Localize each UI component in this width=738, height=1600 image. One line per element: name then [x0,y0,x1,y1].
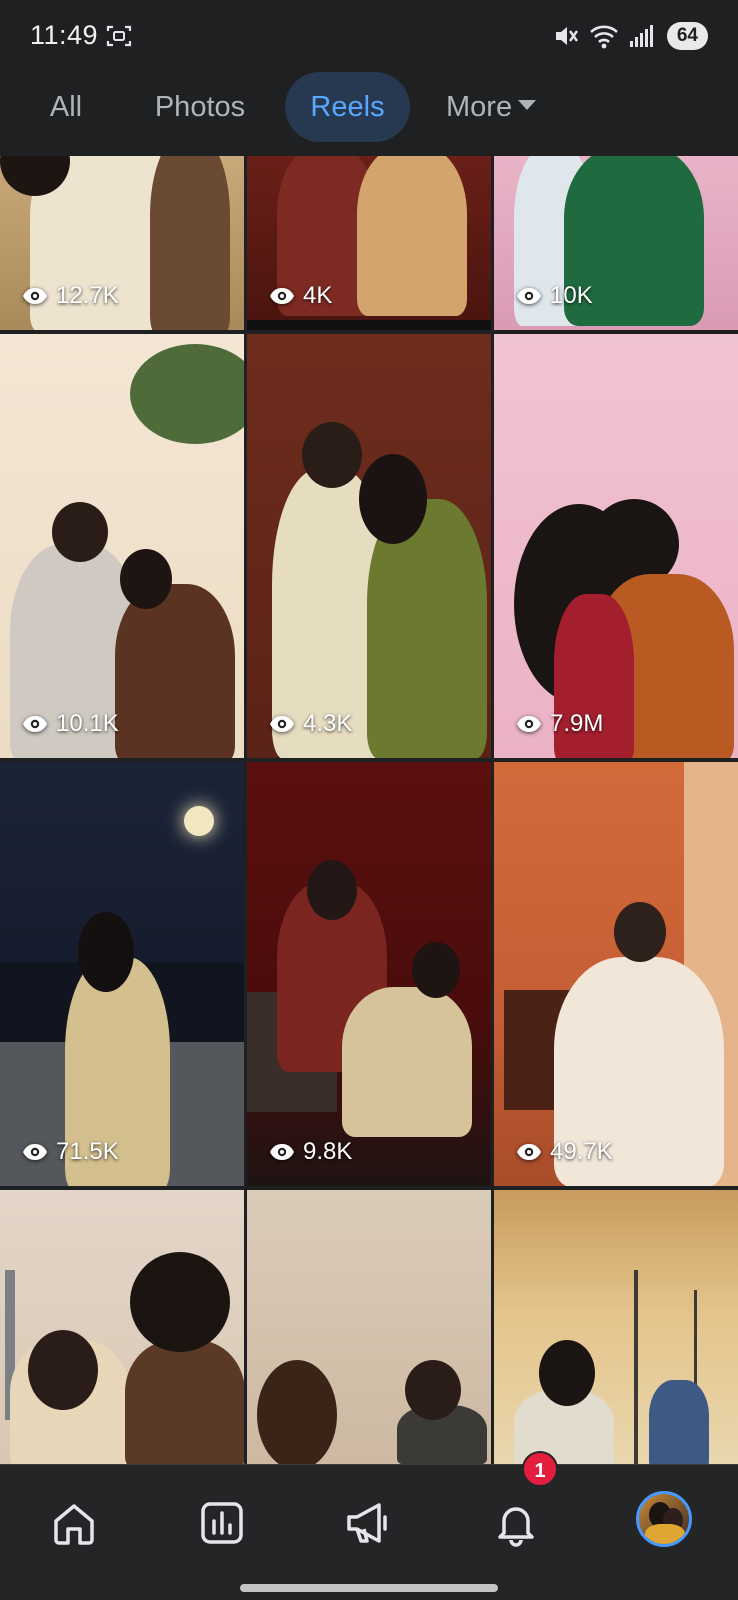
view-count: 4.3K [269,710,352,738]
reel-thumbnail-art [614,902,666,962]
eye-icon [270,288,294,304]
eye-icon [517,716,541,732]
nav-ads[interactable] [338,1493,398,1553]
caret-down-icon [518,100,537,111]
eye-icon [23,1144,47,1160]
reel-thumbnail-art [539,1340,595,1406]
view-count-label: 4.3K [303,710,353,737]
view-count: 49.7K [516,1138,613,1166]
home-indicator [240,1584,498,1592]
reel-thumbnail-art [257,1360,337,1464]
eye-icon [23,288,47,304]
reel-thumbnail-art [342,987,472,1137]
reel-tile[interactable]: 4.3K [247,334,491,758]
screenshot-icon [106,25,132,47]
view-count-label: 7.9M [550,710,604,737]
eye-icon [23,716,47,732]
reels-grid: 12.7K 4K 10K 10.1K 4.3K 7.9M 71.5K 9.8K … [0,156,738,1464]
view-count-label: 4K [303,282,333,309]
notification-badge: 1 [522,1451,558,1487]
reel-thumbnail-art [130,344,244,444]
view-count: 71.5K [22,1138,119,1166]
reel-thumbnail-art [649,1380,709,1464]
tile-bottom-bar [247,320,491,330]
reel-thumbnail-art [120,549,172,609]
notifications-icon [498,1507,534,1547]
reel-tile[interactable]: 12.7K [0,156,244,330]
view-count: 9.8K [269,1138,352,1166]
eye-icon [517,1144,541,1160]
reel-tile[interactable]: 10.1K [0,334,244,758]
avatar-art [645,1524,685,1544]
profile-avatar[interactable] [636,1491,692,1547]
view-count-label: 10K [550,282,593,309]
reel-tile[interactable]: 4K [247,156,491,330]
reel-thumbnail-art [115,584,235,758]
nav-home[interactable] [44,1493,104,1553]
signal-icon [629,25,653,47]
reel-thumbnail-art [302,422,362,488]
status-icons: 64 [553,20,708,52]
reel-thumbnail-art [357,156,467,316]
view-count: 4K [269,282,332,310]
view-count-label: 49.7K [550,1138,613,1165]
reel-thumbnail-art [28,1330,98,1410]
reel-thumbnail-art [52,502,108,562]
wifi-icon [589,25,618,49]
tab-all[interactable]: All [36,72,96,142]
reel-tile[interactable] [494,1190,738,1464]
reel-thumbnail-art [184,806,214,836]
reel-thumbnail-art [150,156,230,330]
battery-badge: 64 [666,22,708,50]
reel-thumbnail-art [125,1340,244,1464]
tab-reels[interactable]: Reels [285,72,410,142]
view-count: 12.7K [22,282,119,310]
reel-tile[interactable]: 10K [494,156,738,330]
reel-tile[interactable]: 9.8K [247,762,491,1186]
reel-thumbnail-art [78,912,134,992]
reel-tile[interactable] [247,1190,491,1464]
bottom-nav: 1 [0,1451,738,1600]
mute-vibrate-icon [555,27,578,45]
reel-tile[interactable] [0,1190,244,1464]
view-count: 7.9M [516,710,603,738]
reel-thumbnail-art [405,1360,461,1420]
eye-icon [517,288,541,304]
tab-bar: All Photos Reels More [0,72,738,156]
reel-thumbnail-art [412,942,460,998]
tab-more-label: More [446,91,513,123]
eye-icon [270,716,294,732]
reel-tile[interactable]: 71.5K [0,762,244,1186]
home-icon [54,1504,94,1545]
view-count: 10.1K [22,710,119,738]
reel-tile[interactable]: 7.9M [494,334,738,758]
reel-thumbnail-art [634,1270,638,1464]
view-count-label: 9.8K [303,1138,353,1165]
tab-photos[interactable]: Photos [140,72,260,142]
reel-thumbnail-art [359,454,427,544]
nav-notifications[interactable] [486,1493,546,1553]
view-count-label: 10.1K [56,710,119,737]
view-count-label: 71.5K [56,1138,119,1165]
status-bar: 11:49 64 [0,0,738,72]
reel-thumbnail-art [130,1252,230,1352]
dashboard-icon [201,1502,243,1544]
eye-icon [270,1144,294,1160]
view-count-label: 12.7K [56,282,119,309]
reel-thumbnail-art [307,860,357,920]
view-count: 10K [516,282,593,310]
nav-dashboard[interactable] [192,1493,252,1553]
tab-more[interactable]: More [446,72,556,142]
status-time: 11:49 [30,20,99,50]
reel-tile[interactable]: 49.7K [494,762,738,1186]
megaphone-icon [347,1503,387,1543]
